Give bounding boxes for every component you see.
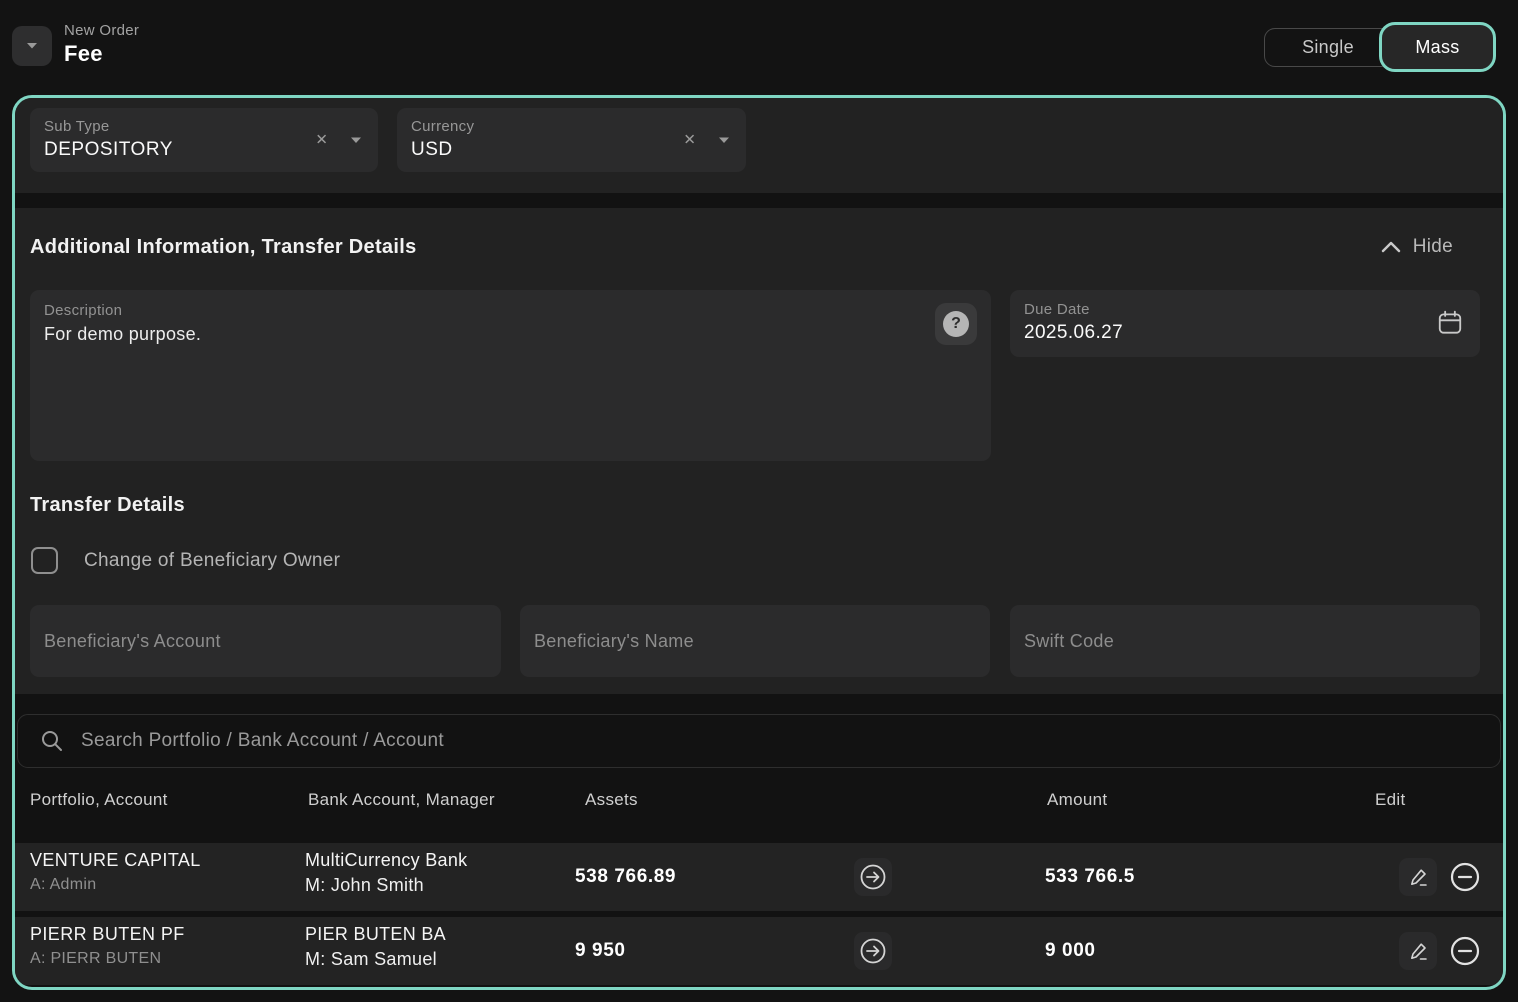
allocation-table-header: Portfolio, Account Bank Account, Manager… [15, 768, 1503, 834]
due-date-label: Due Date [1024, 301, 1466, 318]
change-beneficiary-owner-checkbox[interactable] [31, 547, 58, 574]
additional-info-section: Additional Information, Transfer Details… [15, 208, 1503, 694]
chevron-down-icon[interactable] [718, 136, 730, 144]
search-icon [40, 729, 64, 753]
currency-select[interactable]: Currency USD ✕ [397, 108, 746, 172]
portfolio-name: VENTURE CAPITAL [30, 850, 201, 871]
transfer-details-heading: Transfer Details [30, 494, 185, 517]
page-title: Fee [64, 41, 139, 67]
bank-cell: PIER BUTEN BA M: Sam Samuel [305, 917, 446, 970]
minus-circle-icon [1449, 861, 1481, 893]
portfolio-name: PIERR BUTEN PF [30, 924, 185, 945]
edit-row-button[interactable] [1399, 932, 1437, 970]
beneficiary-account-input[interactable] [30, 605, 501, 677]
due-date-value: 2025.06.27 [1024, 322, 1466, 344]
hide-section-button[interactable]: Hide [1381, 236, 1453, 258]
bank-cell: MultiCurrency Bank M: John Smith [305, 843, 467, 896]
bank-account-name: MultiCurrency Bank [305, 850, 467, 871]
arrow-right-circle-icon [859, 863, 887, 891]
manager-name: M: Sam Samuel [305, 949, 446, 970]
col-bank-account-manager: Bank Account, Manager [308, 790, 495, 810]
table-row: PIERR BUTEN PF A: PIERR BUTEN PIER BUTEN… [15, 917, 1503, 985]
description-help-button[interactable]: ? [935, 303, 977, 345]
chevron-down-icon[interactable] [350, 136, 362, 144]
amount-value: 9 000 [1045, 917, 1096, 985]
portfolio-cell: VENTURE CAPITAL A: Admin [30, 850, 201, 894]
assign-amount-button[interactable] [854, 858, 892, 896]
sub-type-select[interactable]: Sub Type DEPOSITORY ✕ [30, 108, 378, 172]
portfolio-search-bar [17, 714, 1501, 768]
col-amount: Amount [1047, 790, 1107, 810]
portfolio-search-input[interactable] [64, 730, 1500, 752]
mode-toggle-single[interactable]: Single [1264, 28, 1392, 67]
assets-value: 9 950 [575, 917, 626, 985]
col-portfolio-account: Portfolio, Account [30, 790, 168, 810]
order-type-dropdown-button[interactable] [12, 26, 52, 66]
assets-value: 538 766.89 [575, 843, 676, 911]
manager-name: M: John Smith [305, 875, 467, 896]
chevron-down-icon [26, 42, 38, 50]
pencil-icon [1408, 867, 1429, 888]
swift-code-input[interactable] [1010, 605, 1480, 677]
top-bar: New Order Fee Single Mass [0, 0, 1518, 95]
beneficiary-owner-row: Change of Beneficiary Owner [31, 547, 340, 574]
header-eyebrow: New Order [64, 22, 139, 39]
arrow-right-circle-icon [859, 937, 887, 965]
page-header: New Order Fee [64, 22, 139, 67]
new-order-screen: New Order Fee Single Mass Sub Type DEPOS… [0, 0, 1518, 1002]
mode-toggle-mass[interactable]: Mass [1379, 22, 1496, 72]
question-mark-icon: ? [943, 311, 969, 337]
chevron-up-icon [1381, 241, 1401, 253]
assign-amount-button[interactable] [854, 932, 892, 970]
description-label: Description [44, 302, 977, 319]
amount-value: 533 766.5 [1045, 843, 1135, 911]
remove-row-button[interactable] [1446, 858, 1484, 896]
clear-icon[interactable]: ✕ [315, 133, 328, 148]
account-name: A: PIERR BUTEN [30, 950, 185, 968]
bank-account-name: PIER BUTEN BA [305, 924, 446, 945]
due-date-field[interactable]: Due Date 2025.06.27 [1010, 290, 1480, 357]
order-form-panel: Sub Type DEPOSITORY ✕ Currency USD ✕ [12, 95, 1506, 990]
edit-row-button[interactable] [1399, 858, 1437, 896]
col-edit: Edit [1375, 790, 1406, 810]
additional-info-heading: Additional Information, Transfer Details [30, 236, 417, 259]
change-beneficiary-owner-label: Change of Beneficiary Owner [84, 550, 340, 572]
description-value: For demo purpose. [44, 324, 977, 345]
description-textarea[interactable]: Description For demo purpose. ? [30, 290, 991, 461]
col-assets: Assets [585, 790, 638, 810]
beneficiary-name-input[interactable] [520, 605, 990, 677]
table-row: VENTURE CAPITAL A: Admin MultiCurrency B… [15, 843, 1503, 911]
remove-row-button[interactable] [1446, 932, 1484, 970]
calendar-icon[interactable] [1436, 309, 1464, 337]
account-name: A: Admin [30, 876, 201, 894]
minus-circle-icon [1449, 935, 1481, 967]
hide-label: Hide [1413, 236, 1453, 258]
classification-strip: Sub Type DEPOSITORY ✕ Currency USD ✕ [15, 98, 1503, 193]
pencil-icon [1408, 941, 1429, 962]
portfolio-cell: PIERR BUTEN PF A: PIERR BUTEN [30, 924, 185, 968]
clear-icon[interactable]: ✕ [683, 133, 696, 148]
